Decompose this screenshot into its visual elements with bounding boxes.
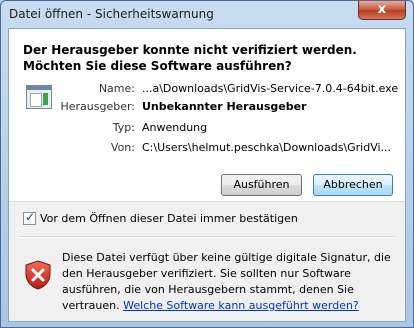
which-software-link[interactable]: Welche Software kann ausgeführt werden? <box>123 299 359 312</box>
name-label: Name: <box>98 82 135 95</box>
security-shield-icon <box>25 260 51 290</box>
always-confirm-label[interactable]: Vor dem Öffnen dieser Datei immer bestät… <box>40 212 298 225</box>
from-value: C:\Users\helmut.peschka\Downloads\GridVi… <box>142 141 392 154</box>
type-label: Typ: <box>112 121 135 134</box>
cancel-button[interactable]: Abbrechen <box>313 174 393 196</box>
run-button[interactable]: Ausführen <box>221 174 302 196</box>
divider <box>9 201 405 202</box>
details-panel: Der Herausgeber konnte nicht verifiziert… <box>9 29 405 201</box>
checkmark-icon: ✓ <box>25 210 36 224</box>
dialog-heading: Der Herausgeber konnte nicht verifiziert… <box>23 43 357 73</box>
security-warning-dialog: Datei öffnen - Sicherheitswarnung x Der … <box>0 0 414 328</box>
dialog-content: Der Herausgeber konnte nicht verifiziert… <box>8 28 406 322</box>
name-value: ...a\Downloads\GridVis-Service-7.0.4-64b… <box>142 82 399 95</box>
warning-message: Diese Datei verfügt über keine gültige d… <box>62 250 394 314</box>
divider <box>20 236 395 238</box>
always-confirm-checkbox[interactable]: ✓ <box>23 210 36 225</box>
publisher-label: Herausgeber: <box>60 100 135 113</box>
title-bar[interactable]: Datei öffnen - Sicherheitswarnung x <box>1 1 413 28</box>
close-button[interactable]: x <box>358 1 406 20</box>
publisher-value: Unbekannter Herausgeber <box>142 100 307 113</box>
window-title: Datei öffnen - Sicherheitswarnung <box>9 7 214 21</box>
close-icon: x <box>377 2 387 17</box>
from-label: Von: <box>110 141 135 154</box>
type-value: Anwendung <box>142 121 208 134</box>
